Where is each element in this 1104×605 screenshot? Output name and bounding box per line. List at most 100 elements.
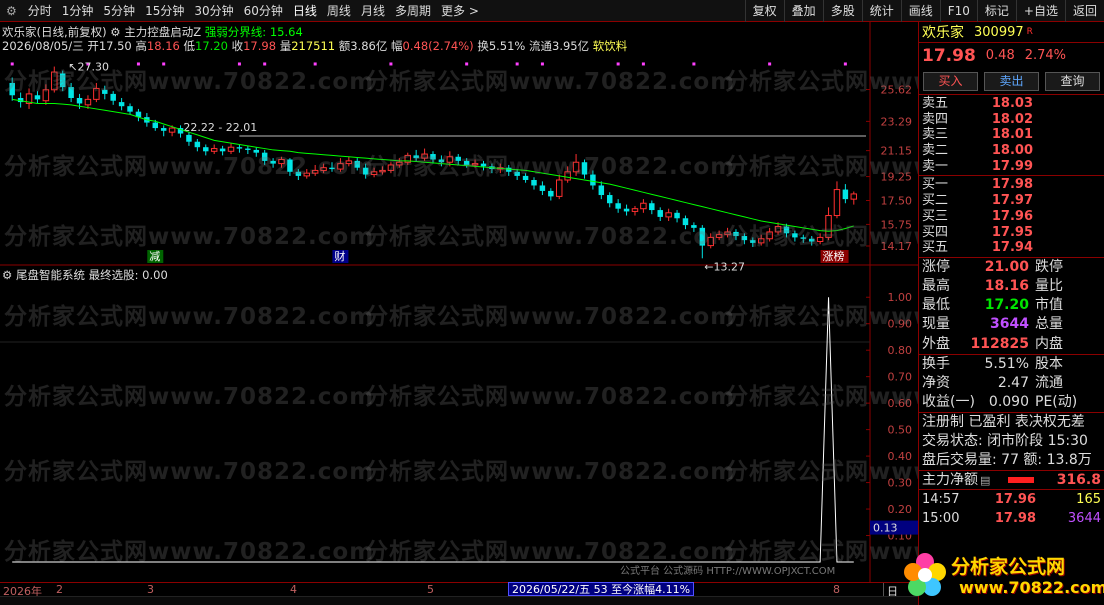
tab-more[interactable]: 更多 > bbox=[436, 0, 484, 22]
flow-value: 316.8 bbox=[1056, 471, 1101, 488]
stat-row: 最高 18.16 量比 bbox=[919, 277, 1104, 296]
sub-tick-label: 0.40 bbox=[888, 450, 913, 463]
tab-60min[interactable]: 60分钟 bbox=[239, 0, 288, 22]
draw-button[interactable]: 画线 bbox=[900, 0, 940, 22]
gear-icon[interactable]: ⚙ bbox=[0, 4, 23, 18]
low-value: 17.20 bbox=[195, 39, 228, 53]
indicator-name: 主力控盘启动Z bbox=[124, 25, 202, 39]
tab-monthly[interactable]: 月线 bbox=[356, 0, 390, 22]
candle-body-down bbox=[506, 167, 512, 172]
quote-stats-2: 换手 5.51% 股本 净资 2.47 流通 收益(一) 0.090 PE(动) bbox=[919, 353, 1104, 413]
time-label: 3 bbox=[147, 583, 154, 596]
sub-gear-icon[interactable]: ⚙ bbox=[2, 268, 12, 282]
kline-chart[interactable]: 25.62 23.29 21.15 19.25 17.50 15.75 14.17 1.00 0… bbox=[0, 22, 918, 582]
stat-label: 最低 bbox=[922, 297, 950, 314]
ask-label: 卖一 bbox=[922, 158, 949, 174]
candle-body-down bbox=[438, 159, 445, 163]
tab-multi-period[interactable]: 多周期 bbox=[390, 0, 436, 22]
candle-body-down bbox=[783, 226, 790, 234]
tab-5min[interactable]: 5分钟 bbox=[98, 0, 140, 22]
candle-body-down bbox=[606, 195, 613, 204]
tab-fenshi[interactable]: 分时 bbox=[23, 0, 57, 22]
candle-body-up bbox=[665, 212, 672, 218]
candle-body-up bbox=[421, 153, 428, 159]
candle-body-down bbox=[480, 163, 487, 167]
tick-price: 17.98 bbox=[994, 510, 1036, 526]
bid-row-3: 买三 17.96 bbox=[919, 209, 1104, 225]
stat-label: 外盘 bbox=[922, 335, 950, 352]
query-button[interactable]: 查询 bbox=[1045, 72, 1100, 91]
stat-label: 跌停 bbox=[1035, 258, 1063, 275]
bid-row-5: 买五 17.94 bbox=[919, 240, 1104, 256]
price-tick-label: 23.29 bbox=[881, 115, 913, 128]
f10-button[interactable]: F10 bbox=[939, 0, 977, 22]
tab-30min[interactable]: 30分钟 bbox=[189, 0, 238, 22]
tab-15min[interactable]: 15分钟 bbox=[140, 0, 189, 22]
chart-area[interactable]: 25.62 23.29 21.15 19.25 17.50 15.75 14.17 1.00 0… bbox=[0, 22, 1094, 605]
stat-label: 净资 bbox=[922, 375, 950, 391]
site-logo: 分析家公式网 www.70822.com bbox=[899, 548, 1104, 605]
candle-body-up bbox=[396, 161, 403, 166]
bid-price: 17.95 bbox=[991, 224, 1033, 240]
sell-button[interactable]: 卖出 bbox=[984, 72, 1039, 91]
price-change: 0.48 bbox=[985, 48, 1015, 63]
candle-body-down bbox=[253, 149, 260, 153]
candle-body-up bbox=[42, 89, 50, 102]
registration-flag: R bbox=[1026, 27, 1033, 37]
stock-header: 欢乐家 300997 R bbox=[919, 22, 1104, 42]
quote-stats: 涨停 21.00 跌停 最高 18.16 量比 最低 17.20 市值 现量 3644 总量 外… bbox=[919, 256, 1104, 354]
list-icon[interactable]: ▤ bbox=[980, 471, 990, 489]
bar-date: 2026/08/05/三 bbox=[2, 39, 84, 53]
stat-value: 3644 bbox=[990, 316, 1029, 333]
marker-jian: 减 bbox=[149, 250, 160, 263]
candle-body-down bbox=[623, 208, 630, 212]
candle-body-up bbox=[93, 87, 100, 100]
bid-label: 买一 bbox=[922, 177, 949, 193]
tab-daily[interactable]: 日线 bbox=[288, 0, 322, 22]
trade-state: 交易状态: 闭市阶段 15:30 bbox=[922, 432, 1088, 449]
candle-body-up bbox=[168, 127, 176, 133]
marker-zhangting: 涨榜 bbox=[823, 249, 845, 263]
candle-body-down bbox=[287, 159, 293, 172]
marker-cai: 财 bbox=[334, 249, 345, 263]
chevron-right-icon: > bbox=[468, 3, 479, 18]
tab-1min[interactable]: 1分钟 bbox=[57, 0, 99, 22]
candle-body-up bbox=[227, 146, 235, 152]
amt-label: 额 bbox=[338, 39, 351, 53]
stat-row: 换手 5.51% 股本 bbox=[919, 355, 1104, 374]
order-book: 卖五 18.03 卖四 18.02 卖三 18.01 卖二 18.00 卖一 17.99 … bbox=[919, 94, 1104, 257]
back-button[interactable]: 返回 bbox=[1064, 0, 1104, 22]
candle-body-down bbox=[455, 156, 461, 161]
tick-time: 14:57 bbox=[922, 491, 960, 507]
amp-label: 幅 bbox=[391, 39, 403, 53]
tick-list: 14:57 17.96 165 15:00 17.98 3644 bbox=[919, 488, 1104, 528]
bid-row-2: 买二 17.97 bbox=[919, 193, 1104, 209]
ask-row-5: 卖五 18.03 bbox=[919, 96, 1104, 112]
buy-button[interactable]: 买入 bbox=[923, 72, 978, 91]
sub-indicator-title: 尾盘智能系统 最终选股: 0.00 bbox=[15, 268, 168, 282]
bid-label: 买三 bbox=[922, 208, 949, 224]
stat-label: 流通 bbox=[1035, 375, 1063, 391]
time-label: 4 bbox=[290, 583, 297, 596]
multi-stock-button[interactable]: 多股 bbox=[822, 0, 862, 22]
add-watchlist-button[interactable]: +自选 bbox=[1015, 0, 1065, 22]
low-annotation: ←13.27 bbox=[704, 260, 745, 273]
tab-weekly[interactable]: 周线 bbox=[322, 0, 356, 22]
sub-tick-label: 0.80 bbox=[888, 344, 913, 357]
float-value: 3.95亿 bbox=[552, 39, 590, 53]
flow-bar bbox=[1008, 476, 1035, 483]
indicator-gear-icon[interactable]: ⚙ bbox=[110, 25, 120, 39]
fuquan-button[interactable]: 复权 bbox=[744, 0, 784, 22]
ask-row-1: 卖一 17.99 bbox=[919, 159, 1104, 175]
candle-body-down bbox=[691, 225, 697, 228]
ask-price: 18.00 bbox=[991, 143, 1033, 159]
candle-body-down bbox=[413, 155, 419, 159]
overlay-button[interactable]: 叠加 bbox=[783, 0, 823, 22]
stats-button[interactable]: 统计 bbox=[861, 0, 901, 22]
stat-row: 外盘 112825 内盘 bbox=[919, 335, 1104, 354]
amt-value: 3.86亿 bbox=[350, 39, 388, 53]
signal-line bbox=[12, 297, 854, 563]
mark-button[interactable]: 标记 bbox=[976, 0, 1016, 22]
price-line: 17.98 0.48 2.74% bbox=[919, 42, 1104, 68]
candle-body-up bbox=[311, 169, 319, 174]
